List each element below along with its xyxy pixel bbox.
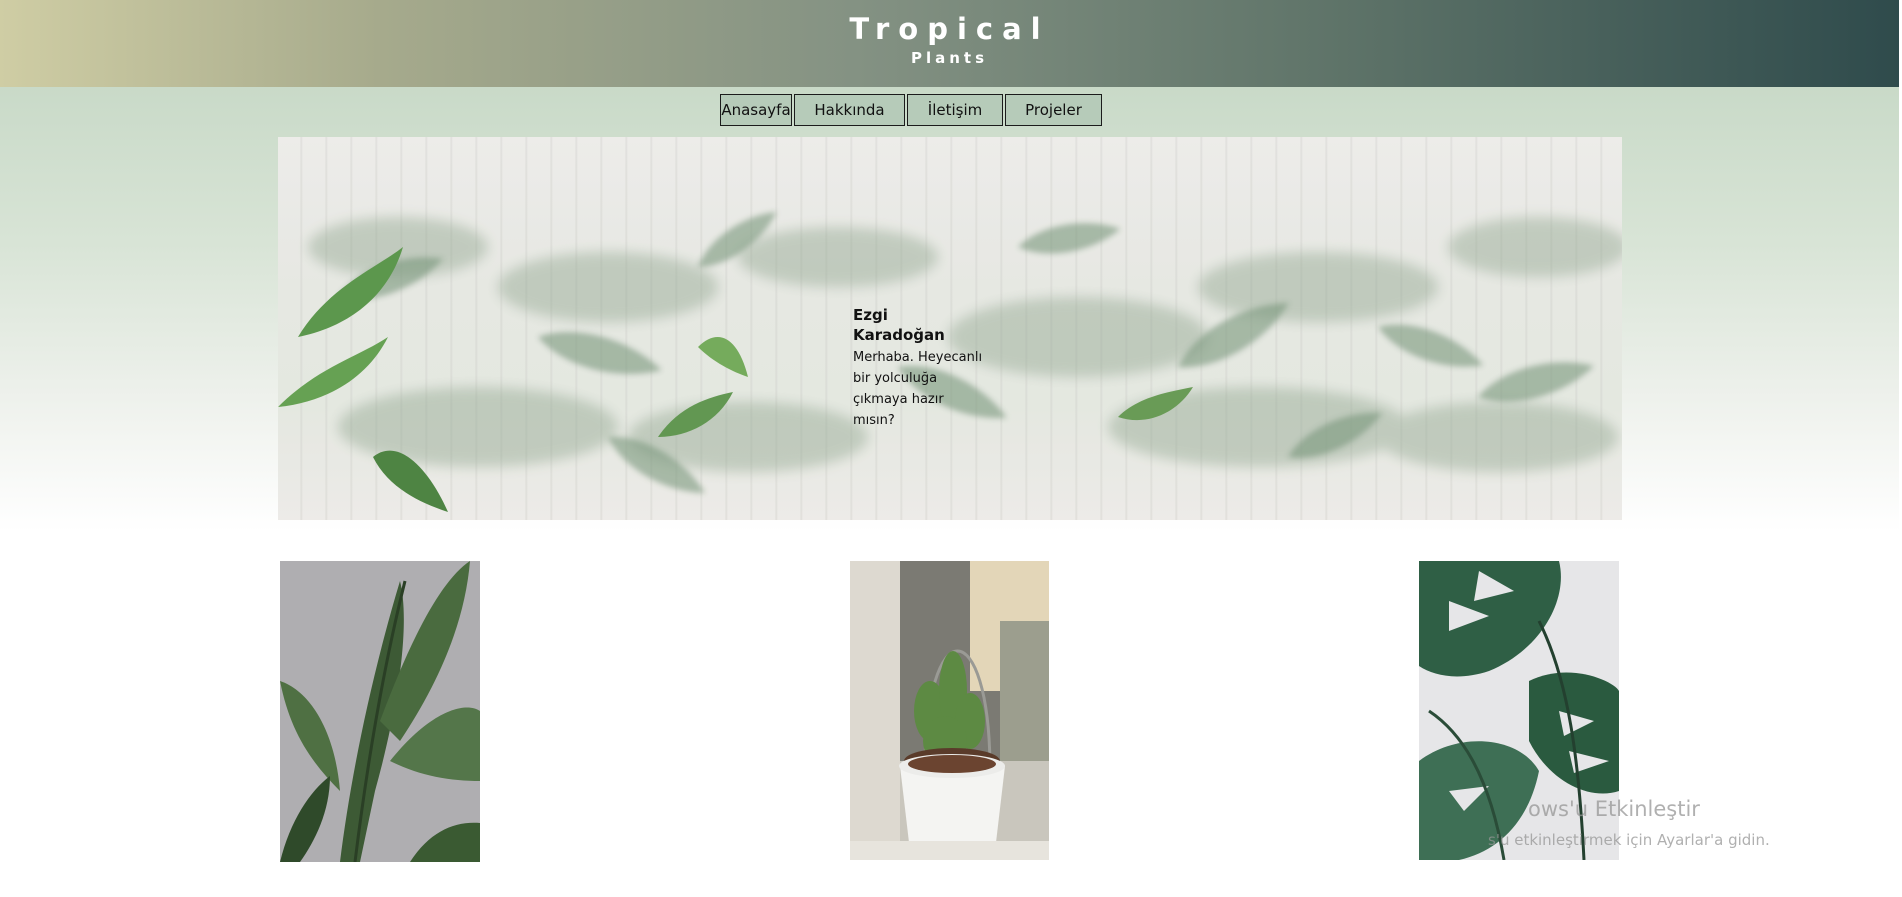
photo-cactus: [850, 561, 1049, 860]
hero-text-block: Ezgi Karadoğan Merhaba. Heyecanlı bir yo…: [853, 305, 983, 431]
cactus-image: [850, 561, 1049, 860]
site-header: Tropical Plants: [0, 0, 1899, 87]
hero-banner: Ezgi Karadoğan Merhaba. Heyecanlı bir yo…: [278, 137, 1622, 520]
nav-item-projeler[interactable]: Projeler: [1005, 94, 1102, 126]
watermark-title: ows'u Etkinleştir: [1528, 797, 1700, 821]
site-subtitle: Plants: [910, 49, 989, 67]
nav-item-anasayfa[interactable]: Anasayfa: [720, 94, 792, 126]
hero-message: Merhaba. Heyecanlı bir yolculuğa çıkmaya…: [853, 350, 983, 428]
banana-leaf-image: [280, 561, 480, 862]
nav-item-hakkinda[interactable]: Hakkında: [794, 94, 905, 126]
windows-activation-watermark: ows'u Etkinleştir s'u etkinleştirmek içi…: [1488, 795, 1770, 851]
nav-item-iletisim[interactable]: İletişim: [907, 94, 1003, 126]
site-title: Tropical: [849, 12, 1050, 46]
photo-banana-leaf: [280, 561, 480, 862]
hero-name: Ezgi Karadoğan: [853, 306, 945, 344]
watermark-subtitle: s'u etkinleştirmek için Ayarlar'a gidin.: [1488, 831, 1770, 849]
main-nav: Anasayfa Hakkında İletişim Projeler: [720, 94, 1102, 126]
